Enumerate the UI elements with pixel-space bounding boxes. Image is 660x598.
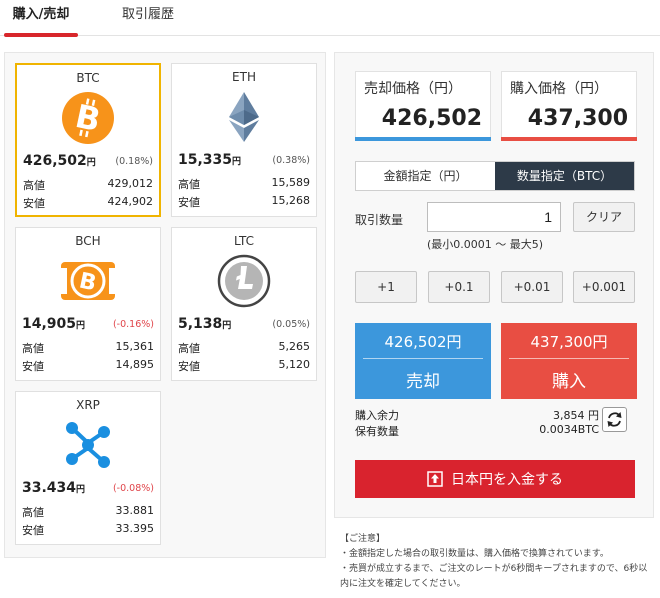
coin-change: (0.38%) xyxy=(272,155,310,166)
buy-button-price: 437,300円 xyxy=(509,331,629,359)
low-row: 安値 14,895 xyxy=(22,358,154,373)
high-row: 高値 429,012 xyxy=(23,177,153,192)
refresh-button[interactable] xyxy=(602,407,627,432)
deposit-label: 日本円を入金する xyxy=(451,472,563,488)
increment-0-001-button[interactable]: +0.001 xyxy=(573,271,635,303)
coin-symbol: BTC xyxy=(76,71,100,85)
buy-power-label: 購入余力 xyxy=(355,409,399,422)
coin-price: 5,138円 xyxy=(178,316,232,332)
sell-price-box: 売却価格（円） 426,502 xyxy=(355,71,491,141)
high-row: 高値 15,361 xyxy=(22,340,154,355)
deposit-jpy-button[interactable]: 日本円を入金する xyxy=(355,460,635,498)
notes-line: ・売買が成立するまで、ご注文のレートが6秒間キープされますので、6秒以内に注文を… xyxy=(340,564,648,589)
holdings-label: 保有数量 xyxy=(355,425,399,438)
high-row: 高値 33.881 xyxy=(22,504,154,519)
holdings-value: 0.0034BTC xyxy=(539,423,599,436)
litecoin-icon xyxy=(217,254,271,308)
coin-price: 15,335円 xyxy=(178,152,242,168)
coin-symbol: XRP xyxy=(76,398,100,412)
buy-button[interactable]: 437,300円 購入 xyxy=(501,323,637,399)
coin-change: (-0.08%) xyxy=(112,483,154,494)
buy-button-label: 購入 xyxy=(552,372,586,392)
refresh-icon xyxy=(607,412,622,427)
notes-line: ・金額指定した場合の取引数量は、購入価格で換算されています。 xyxy=(340,549,609,559)
ethereum-icon xyxy=(229,92,259,142)
notes: 【ご注意】 ・金額指定した場合の取引数量は、購入価格で換算されています。 ・売買… xyxy=(340,532,656,592)
deposit-icon xyxy=(427,471,443,487)
coin-symbol: ETH xyxy=(232,70,256,84)
tab-trade-history[interactable]: 取引履歴 xyxy=(112,0,184,36)
low-row: 安値 33.395 xyxy=(22,522,154,537)
coin-change: (-0.16%) xyxy=(112,319,154,330)
coin-symbol: BCH xyxy=(75,234,101,248)
quantity-mode-button[interactable]: 数量指定（BTC） xyxy=(495,162,634,190)
sell-price-label: 売却価格（円） xyxy=(364,81,462,97)
increment-0-1-button[interactable]: +0.1 xyxy=(428,271,490,303)
high-row: 高値 15,589 xyxy=(178,176,310,191)
sell-button[interactable]: 426,502円 売却 xyxy=(355,323,491,399)
clear-button[interactable]: クリア xyxy=(573,202,635,232)
coin-card-eth[interactable]: ETH 15,335円 (0.38%) 高値 15,589 安値 15,268 xyxy=(171,63,317,217)
amount-mode-button[interactable]: 金額指定（円） xyxy=(356,162,495,190)
low-row: 安値 15,268 xyxy=(178,194,310,209)
coin-price: 426,502円 xyxy=(23,153,96,169)
coin-price: 33.434円 xyxy=(22,480,86,496)
order-mode-toggle: 金額指定（円） 数量指定（BTC） xyxy=(355,161,635,191)
coin-card-ltc[interactable]: LTC 5,138円 (0.05%) 高値 5,265 安値 5,120 xyxy=(171,227,317,381)
notes-title: 【ご注意】 xyxy=(340,534,386,544)
sell-price-value: 426,502 xyxy=(381,106,482,131)
increment-0-01-button[interactable]: +0.01 xyxy=(501,271,563,303)
buy-power-row: 購入余力 3,854 円 xyxy=(355,407,599,423)
coin-card-btc[interactable]: BTC B 426,502円 (0.18%) 高値 429,012 安値 424,9… xyxy=(15,63,161,217)
bitcoin-cash-icon: B xyxy=(61,262,115,300)
sell-button-label: 売却 xyxy=(406,372,440,392)
increment-1-button[interactable]: +1 xyxy=(355,271,417,303)
coin-price: 14,905円 xyxy=(22,316,86,332)
trade-panel: 売却価格（円） 426,502 購入価格（円） 437,300 金額指定（円） … xyxy=(334,52,654,518)
buy-power-value: 3,854 円 xyxy=(553,409,599,422)
high-row: 高値 5,265 xyxy=(178,340,310,355)
bitcoin-icon: B xyxy=(62,92,114,144)
low-row: 安値 424,902 xyxy=(23,195,153,210)
quantity-label: 取引数量 xyxy=(355,213,404,227)
tab-buy-sell[interactable]: 購入/売却 xyxy=(4,0,78,37)
buy-price-box: 購入価格（円） 437,300 xyxy=(501,71,637,141)
sell-price-bar xyxy=(355,137,491,141)
coin-card-bch[interactable]: BCH B 14,905円 (-0.16%) 高値 15,361 安値 14,895 xyxy=(15,227,161,381)
tab-bar: 購入/売却 取引履歴 xyxy=(0,0,660,37)
holdings-row: 保有数量 0.0034BTC xyxy=(355,423,599,439)
quantity-input[interactable] xyxy=(427,202,561,232)
coin-list-panel: BTC B 426,502円 (0.18%) 高値 429,012 安値 424,9… xyxy=(4,52,326,558)
buy-price-bar xyxy=(501,137,637,141)
sell-button-price: 426,502円 xyxy=(363,331,483,359)
low-row: 安値 5,120 xyxy=(178,358,310,373)
coin-change: (0.05%) xyxy=(272,319,310,330)
coin-change: (0.18%) xyxy=(115,156,153,167)
ripple-icon xyxy=(66,422,110,468)
buy-price-label: 購入価格（円） xyxy=(510,81,608,97)
coin-symbol: LTC xyxy=(233,234,255,248)
coin-card-xrp[interactable]: XRP 33.434円 (-0.08%) 高値 33.881 安値 33.395 xyxy=(15,391,161,545)
quantity-range-hint: (最小0.0001 ～ 最大5) xyxy=(427,238,544,251)
buy-price-value: 437,300 xyxy=(527,106,628,131)
